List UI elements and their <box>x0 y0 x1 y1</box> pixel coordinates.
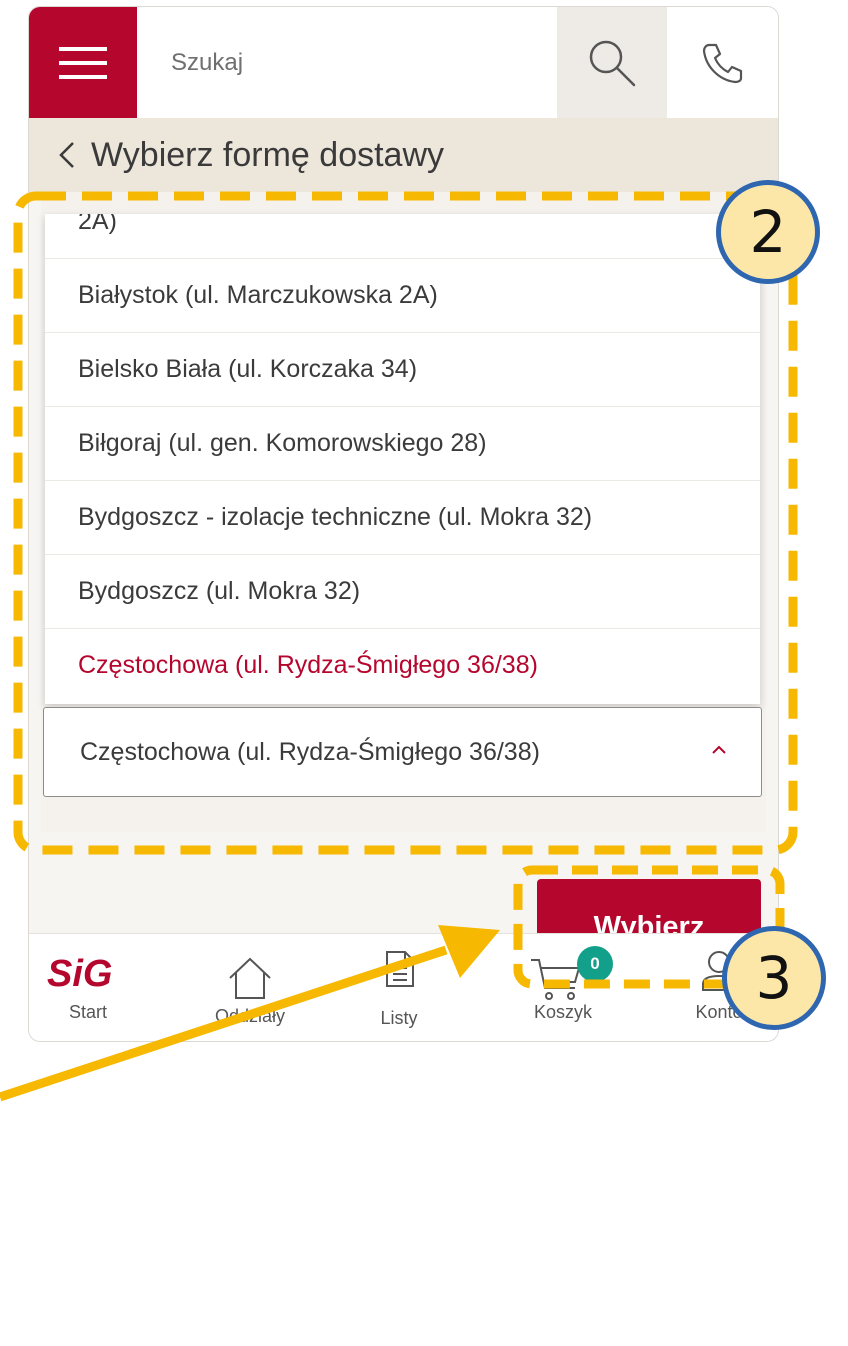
chevron-up-icon <box>712 745 726 754</box>
branch-dropdown-list[interactable]: 2A) Białystok (ul. Marczukowska 2A) Biel… <box>45 214 760 704</box>
page-header: Wybierz formę dostawy <box>29 118 778 192</box>
dropdown-option[interactable]: Bydgoszcz - izolacje techniczne (ul. Mok… <box>45 480 760 555</box>
sig-logo: SiG <box>47 954 112 992</box>
document-icon <box>386 951 414 987</box>
phone-icon <box>702 43 742 83</box>
top-bar: Szukaj <box>29 7 778 118</box>
nav-item-listy[interactable]: Listy <box>349 934 449 1041</box>
phone-button[interactable] <box>667 7 778 118</box>
search-placeholder: Szukaj <box>171 48 244 76</box>
step-2-callout: 2 <box>716 180 820 284</box>
nav-item-start[interactable]: SiG Start <box>29 934 147 1041</box>
dropdown-option[interactable]: Biłgoraj (ul. gen. Komorowskiego 28) <box>45 406 760 481</box>
cart-badge: 0 <box>577 946 613 982</box>
nav-item-oddzialy[interactable]: Oddziały <box>197 934 303 1041</box>
dropdown-option[interactable]: Bielsko Biała (ul. Korczaka 34) <box>45 332 760 407</box>
dropdown-option[interactable]: 2A) <box>45 214 760 259</box>
chevron-left-icon <box>59 142 74 168</box>
nav-item-koszyk[interactable]: 0 Koszyk <box>503 934 623 1041</box>
branch-select[interactable]: Częstochowa (ul. Rydza-Śmigłego 36/38) <box>43 707 762 797</box>
search-button[interactable] <box>557 7 667 118</box>
cart-icon <box>531 959 581 1000</box>
page-title: Wybierz formę dostawy <box>91 135 445 174</box>
dropdown-option[interactable]: Bydgoszcz (ul. Mokra 32) <box>45 554 760 629</box>
hamburger-icon <box>59 46 107 79</box>
branch-select-value: Częstochowa (ul. Rydza-Śmigłego 36/38) <box>80 737 540 766</box>
search-icon <box>589 40 636 86</box>
search-input[interactable]: Szukaj <box>137 7 557 118</box>
home-icon <box>229 957 271 999</box>
dropdown-option-selected[interactable]: Częstochowa (ul. Rydza-Śmigłego 36/38) <box>45 628 760 702</box>
dropdown-option[interactable]: Białystok (ul. Marczukowska 2A) <box>45 258 760 333</box>
step-3-callout: 3 <box>722 926 826 1030</box>
menu-button[interactable] <box>29 7 137 118</box>
svg-text:SiG: SiG <box>47 954 112 992</box>
back-button[interactable] <box>59 141 75 169</box>
bottom-navigation: SiG Start Oddziały Listy 0 Koszyk Konto <box>29 933 778 1041</box>
app-frame: Szukaj Wybierz formę dostawy 2A) Białyst… <box>28 6 779 1042</box>
